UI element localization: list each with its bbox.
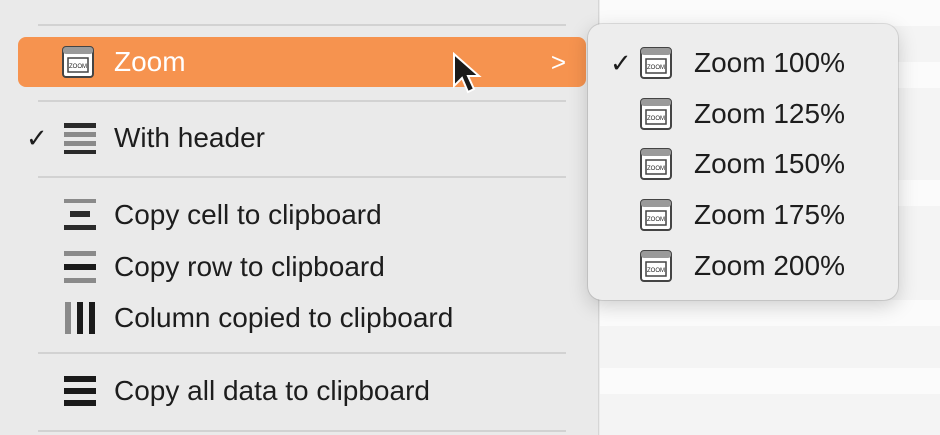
copy-cell-label: Copy cell to clipboard [114,199,382,230]
mouse-pointer-icon [453,52,482,94]
table-header-icon [64,123,96,154]
menu-separator [38,100,566,102]
zoom-200-label: Zoom 200% [694,250,845,281]
menu-separator [38,430,566,432]
copy-cell-menu-item[interactable]: Copy cell to clipboard [18,190,586,240]
zoom-window-icon: ZOOM [640,98,672,130]
copy-all-menu-item[interactable]: Copy all data to clipboard [18,366,586,416]
zoom-125-label: Zoom 125% [694,98,845,129]
zoom-150-label: Zoom 150% [694,148,845,179]
zoom-window-icon: ZOOM [640,199,672,231]
background-row [600,300,940,326]
svg-text:ZOOM: ZOOM [647,268,665,274]
copy-column-icon [65,302,95,334]
svg-text:ZOOM: ZOOM [647,65,665,71]
copy-all-icon [64,376,96,406]
column-copied-menu-item[interactable]: Column copied to clipboard [18,293,586,343]
zoom-150-menu-item[interactable]: ZOOM Zoom 150% [588,139,898,189]
svg-text:ZOOM: ZOOM [647,116,665,122]
copy-row-menu-item[interactable]: Copy row to clipboard [18,242,586,292]
copy-all-label: Copy all data to clipboard [114,375,430,406]
zoom-label: Zoom [114,46,186,77]
with-header-label: With header [114,122,265,153]
zoom-100-menu-item[interactable]: ✓ ZOOM Zoom 100% [588,38,898,88]
zoom-window-icon: ZOOM [640,47,672,79]
checkmark-icon: ✓ [610,47,632,78]
zoom-200-menu-item[interactable]: ZOOM Zoom 200% [588,241,898,291]
copy-cell-icon [64,199,96,230]
zoom-window-icon: ZOOM [640,148,672,180]
zoom-175-label: Zoom 175% [694,199,845,230]
context-menu: ZOOM Zoom > ✓ With header Copy cell to c… [0,0,599,435]
zoom-100-label: Zoom 100% [694,47,845,78]
with-header-menu-item[interactable]: ✓ With header [18,113,586,163]
svg-text:ZOOM: ZOOM [647,217,665,223]
zoom-125-menu-item[interactable]: ZOOM Zoom 125% [588,89,898,139]
svg-text:ZOOM: ZOOM [69,64,87,70]
copy-row-label: Copy row to clipboard [114,251,385,282]
zoom-window-icon: ZOOM [62,46,94,78]
checkmark-icon: ✓ [26,122,48,153]
zoom-window-icon: ZOOM [640,250,672,282]
menu-separator [38,176,566,178]
menu-separator [38,352,566,354]
partial-menu-icon [62,0,98,4]
svg-text:ZOOM: ZOOM [647,166,665,172]
background-row [600,368,940,394]
copy-row-icon [64,251,96,283]
zoom-175-menu-item[interactable]: ZOOM Zoom 175% [588,190,898,240]
background-row [600,0,940,26]
zoom-menu-item[interactable]: ZOOM Zoom > [18,37,586,87]
zoom-submenu: ✓ ZOOM Zoom 100% ZOOM Zoom 125% ZOOM Zoo… [588,24,898,300]
submenu-chevron-icon: > [550,46,566,77]
menu-separator [38,24,566,26]
column-copied-label: Column copied to clipboard [114,302,454,333]
